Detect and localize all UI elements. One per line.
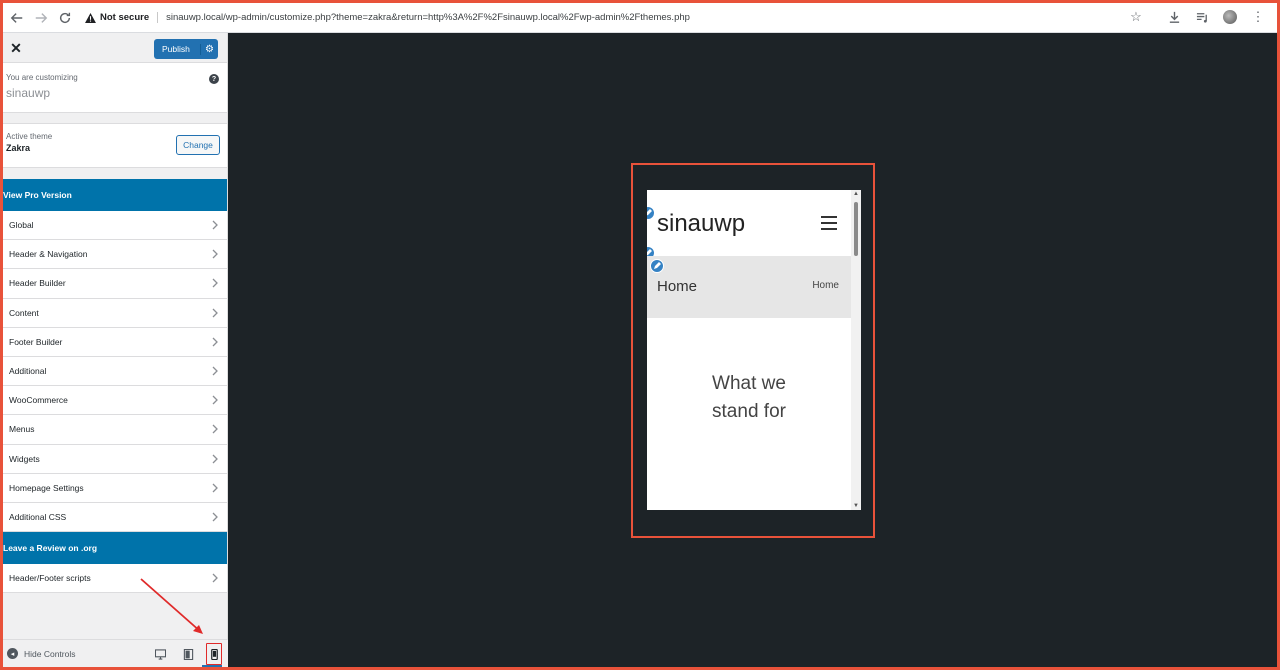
- chevron-right-icon: [212, 308, 218, 318]
- chevron-right-icon: [212, 512, 218, 522]
- sidebar-item-label: WooCommerce: [9, 395, 68, 406]
- sidebar-item-additional-css[interactable]: Additional CSS: [3, 502, 227, 533]
- publish-button[interactable]: Publish ⚙: [154, 39, 218, 59]
- chevron-right-icon: [212, 454, 218, 464]
- active-device-indicator: [202, 665, 222, 667]
- sidebar-item-homepage-settings[interactable]: Homepage Settings: [3, 473, 227, 503]
- close-icon[interactable]: ✕: [7, 39, 25, 57]
- security-indicator[interactable]: Not secure: [85, 12, 159, 23]
- download-icon[interactable]: [1163, 6, 1185, 28]
- kebab-menu-icon[interactable]: ⋮: [1247, 6, 1269, 28]
- chevron-right-icon: [212, 337, 218, 347]
- warning-icon: [85, 12, 96, 23]
- publish-label: Publish: [162, 44, 190, 54]
- forward-icon[interactable]: [29, 6, 53, 30]
- chevron-right-icon: [212, 279, 218, 288]
- mobile-preview-icon[interactable]: [206, 643, 222, 665]
- edit-shortcut-icon[interactable]: [650, 259, 664, 273]
- chevron-right-icon: [212, 220, 218, 230]
- view-pro-version-link[interactable]: View Pro Version: [3, 179, 227, 211]
- sidebar-item-woocommerce[interactable]: WooCommerce: [3, 386, 227, 416]
- customizing-info: You are customizing sinauwp ?: [3, 63, 227, 113]
- scroll-down-icon[interactable]: ▼: [853, 503, 859, 509]
- sidebar-item-label: Header Builder: [9, 278, 66, 289]
- media-control-icon[interactable]: [1191, 6, 1213, 28]
- collapse-icon: ◂: [7, 648, 18, 659]
- annotation-arrow: [140, 578, 203, 634]
- preview-heading: What we stand for: [712, 373, 786, 422]
- browser-toolbar: Not secure sinauwp.local/wp-admin/custom…: [3, 3, 1277, 33]
- hide-controls-button[interactable]: ◂ Hide Controls: [3, 648, 76, 659]
- sidebar-item-content[interactable]: Content: [3, 298, 227, 328]
- leave-review-link[interactable]: Leave a Review on .org: [3, 532, 227, 565]
- sidebar-item-label: Header/Footer scripts: [9, 573, 91, 584]
- preview-site-title[interactable]: sinauwp: [657, 210, 745, 238]
- chevron-right-icon: [212, 483, 218, 493]
- chevron-right-icon: [212, 366, 218, 376]
- hamburger-menu-icon[interactable]: [821, 216, 837, 230]
- customizing-label: You are customizing: [6, 73, 78, 82]
- sidebar-item-label: Header & Navigation: [9, 249, 88, 260]
- chevron-right-icon: [212, 249, 218, 259]
- customizer-sidebar: ✕ Publish ⚙ You are customizing sinauwp …: [3, 33, 228, 667]
- sidebar-item-label: Content: [9, 307, 39, 318]
- security-label: Not secure: [100, 12, 150, 23]
- preview-page-header: Home Home: [647, 256, 851, 318]
- chevron-right-icon: [212, 424, 218, 434]
- help-icon[interactable]: ?: [209, 74, 219, 84]
- screenshot-frame: Not secure sinauwp.local/wp-admin/custom…: [3, 3, 1277, 667]
- sidebar-item-header-navigation[interactable]: Header & Navigation: [3, 240, 227, 270]
- sidebar-item-label: Footer Builder: [9, 336, 63, 347]
- sidebar-item-global[interactable]: Global: [3, 211, 227, 241]
- sidebar-item-label: Additional: [9, 366, 47, 377]
- sidebar-item-label: Menus: [9, 424, 35, 435]
- reload-icon[interactable]: [53, 6, 77, 30]
- change-theme-button[interactable]: Change: [176, 135, 220, 155]
- preview-page-title: Home: [657, 278, 698, 295]
- scroll-thumb[interactable]: [854, 202, 858, 256]
- preview-breadcrumb[interactable]: Home: [812, 280, 839, 291]
- scroll-up-icon[interactable]: ▲: [853, 191, 859, 197]
- customizer-menu: Global Header & Navigation Header Builder C…: [3, 211, 227, 533]
- mobile-preview-frame[interactable]: sinauwp Home Home What we stand for ▲ ▼: [647, 190, 861, 510]
- site-name: sinauwp: [6, 86, 51, 100]
- tablet-preview-icon[interactable]: [178, 644, 198, 664]
- hide-controls-label: Hide Controls: [24, 648, 76, 659]
- sidebar-item-label: Additional CSS: [9, 511, 67, 522]
- back-icon[interactable]: [5, 6, 29, 30]
- preview-scrollbar[interactable]: ▲ ▼: [851, 190, 861, 510]
- device-switcher: [150, 643, 222, 665]
- site-preview: sinauwp Home Home What we stand for ▲ ▼: [228, 33, 1277, 667]
- sidebar-item-label: Widgets: [9, 453, 40, 464]
- preview-header: sinauwp: [647, 190, 851, 256]
- desktop-preview-icon[interactable]: [150, 644, 170, 664]
- sidebar-item-menus[interactable]: Menus: [3, 415, 227, 445]
- sidebar-item-header-builder[interactable]: Header Builder: [3, 269, 227, 299]
- active-theme-section: Active theme Zakra Change: [3, 123, 227, 168]
- sidebar-item-label: Homepage Settings: [9, 482, 84, 493]
- url-text[interactable]: sinauwp.local/wp-admin/customize.php?the…: [166, 12, 690, 23]
- bookmark-star-icon[interactable]: ☆: [1125, 6, 1147, 28]
- sidebar-item-label: Global: [9, 220, 34, 231]
- sidebar-item-footer-builder[interactable]: Footer Builder: [3, 327, 227, 357]
- sidebar-item-widgets[interactable]: Widgets: [3, 444, 227, 474]
- gear-icon[interactable]: ⚙: [200, 43, 218, 55]
- chevron-right-icon: [212, 395, 218, 405]
- address-bar[interactable]: Not secure sinauwp.local/wp-admin/custom…: [85, 7, 690, 29]
- profile-avatar[interactable]: [1219, 6, 1241, 28]
- sidebar-item-additional[interactable]: Additional: [3, 356, 227, 387]
- sidebar-header: ✕ Publish ⚙: [3, 33, 227, 63]
